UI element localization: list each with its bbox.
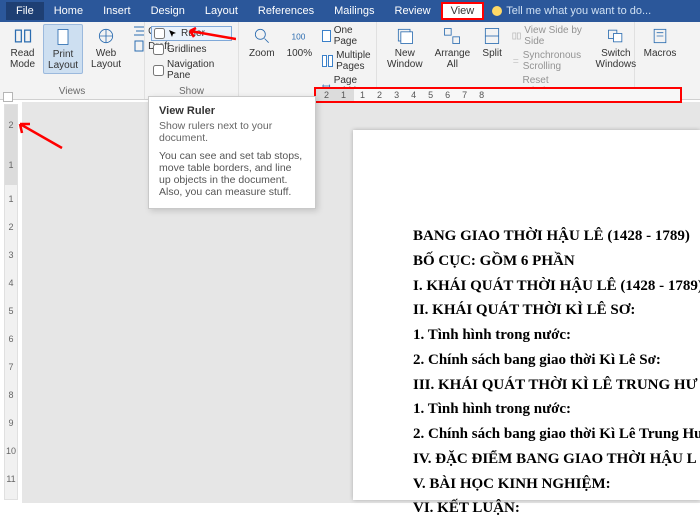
page-icon (53, 27, 73, 47)
hruler-4: 4 (405, 90, 422, 100)
web-layout-button[interactable]: Web Layout (87, 24, 125, 74)
vruler-8: 8 (8, 381, 13, 409)
horizontal-ruler[interactable]: 2 1 1 2 3 4 5 6 7 8 (314, 87, 682, 103)
tab-mailings[interactable]: Mailings (324, 2, 384, 20)
doc-line[interactable]: VI. KẾT LUẬN: (413, 496, 700, 521)
tab-design[interactable]: Design (141, 2, 195, 20)
vruler-5: 5 (8, 297, 13, 325)
side-icon (512, 30, 521, 42)
tab-layout[interactable]: Layout (195, 2, 248, 20)
tab-view[interactable]: View (441, 2, 485, 20)
draft-icon (133, 40, 145, 52)
cursor-icon (168, 29, 178, 39)
doc-line[interactable]: 2. Chính sách bang giao thời Kì Lê Trung… (413, 422, 700, 447)
hruler-1: 1 (354, 90, 371, 100)
tab-home[interactable]: Home (44, 2, 93, 20)
vruler-4: 4 (8, 269, 13, 297)
multi-page-button[interactable]: Multiple Pages (320, 49, 372, 73)
one-page-button[interactable]: One Page (320, 24, 372, 48)
doc-line[interactable]: IV. ĐẶC ĐIỂM BANG GIAO THỜI HẬU L (413, 447, 700, 472)
book-open-icon (13, 26, 33, 46)
vruler-10: 10 (6, 437, 16, 465)
vruler-9: 9 (8, 409, 13, 437)
tab-insert[interactable]: Insert (93, 2, 141, 20)
doc-line[interactable]: II. KHÁI QUÁT THỜI KÌ LÊ SƠ: (413, 298, 700, 323)
doc-line[interactable]: 1. Tình hình trong nước: (413, 397, 700, 422)
hruler-8: 8 (473, 90, 490, 100)
tab-review[interactable]: Review (385, 2, 441, 20)
tell-me-label: Tell me what you want to do... (506, 5, 651, 17)
side-by-side-button: View Side by Side (510, 24, 587, 48)
sync-scroll-button: Synchronous Scrolling (510, 49, 587, 73)
ruler-tooltip: View Ruler Show rulers next to your docu… (148, 96, 316, 209)
macros-icon (650, 26, 670, 46)
sync-icon (512, 55, 520, 67)
read-mode-button[interactable]: Read Mode (6, 24, 39, 74)
hruler-6: 6 (439, 90, 456, 100)
hruler-3: 3 (388, 90, 405, 100)
print-layout-button[interactable]: Print Layout (43, 24, 83, 74)
group-label-views: Views (6, 86, 138, 99)
globe-icon (96, 26, 116, 46)
tab-references[interactable]: References (248, 2, 324, 20)
macros-button[interactable]: Macros (641, 24, 679, 61)
gridlines-checkbox[interactable]: Gridlines (151, 43, 232, 56)
menu-bar: File Home Insert Design Layout Reference… (0, 0, 700, 22)
doc-line[interactable]: BỐ CỤC: GỒM 6 PHẦN (413, 249, 700, 274)
percent-icon: 100 (289, 26, 309, 46)
tab-file[interactable]: File (6, 2, 44, 20)
vertical-ruler[interactable]: 2 1 1 2 3 4 5 6 7 8 9 10 11 (4, 104, 18, 500)
vruler-6: 6 (8, 325, 13, 353)
outline-icon (133, 25, 145, 37)
doc-line[interactable]: 1. Tình hình trong nước: (413, 323, 700, 348)
gridlines-check-input[interactable] (153, 44, 164, 55)
document-page[interactable]: BANG GIAO THỜI HẬU LÊ (1428 - 1789) BỐ C… (353, 130, 700, 500)
hruler-7: 7 (456, 90, 473, 100)
nav-check-input[interactable] (153, 65, 164, 76)
vruler-neg-2: 2 (8, 120, 13, 130)
one-page-icon (322, 30, 331, 42)
doc-line[interactable]: V. BÀI HỌC KINH NGHIỆM: (413, 472, 700, 497)
nav-pane-checkbox[interactable]: Navigation Pane (151, 58, 232, 82)
doc-line[interactable]: BANG GIAO THỜI HẬU LÊ (1428 - 1789) (413, 224, 700, 249)
hruler-2: 2 (371, 90, 388, 100)
vruler-11: 11 (6, 465, 15, 493)
ruler-corner (3, 92, 13, 102)
doc-line[interactable]: III. KHÁI QUÁT THỜI KÌ LÊ TRUNG HƯ (413, 373, 700, 398)
vruler-7: 7 (8, 353, 13, 381)
doc-line[interactable]: 2. Chính sách bang giao thời Kì Lê Sơ: (413, 348, 700, 373)
hruler-neg-1: 1 (335, 90, 352, 100)
window-icon (395, 26, 415, 46)
switch-icon (606, 26, 626, 46)
split-icon (482, 26, 502, 46)
tooltip-title: View Ruler (159, 105, 305, 117)
vruler-3: 3 (8, 241, 13, 269)
zoom-100-button[interactable]: 100 100% (283, 24, 317, 98)
annotation-arrow-ruler (184, 27, 236, 43)
ruler-check-input[interactable] (154, 28, 165, 39)
tell-me[interactable]: Tell me what you want to do... (492, 5, 651, 17)
svg-text:100: 100 (292, 31, 306, 41)
magnifier-icon (252, 26, 272, 46)
group-views: Read Mode Print Layout Web Layout Outlin… (0, 22, 145, 99)
annotation-arrow-vruler (14, 118, 64, 152)
multi-page-icon (322, 55, 333, 67)
hruler-neg-2: 2 (318, 90, 335, 100)
vruler-2: 2 (8, 213, 13, 241)
lightbulb-icon (492, 6, 502, 16)
vruler-neg-1: 1 (8, 160, 13, 170)
zoom-button[interactable]: Zoom (245, 24, 279, 98)
doc-line[interactable]: I. KHÁI QUÁT THỜI HẬU LÊ (1428 - 1789) (413, 274, 700, 299)
hruler-5: 5 (422, 90, 439, 100)
vruler-1: 1 (8, 185, 13, 213)
tooltip-body: You can see and set tab stops, move tabl… (159, 150, 305, 198)
tooltip-subtitle: Show rulers next to your document. (159, 120, 305, 144)
arrange-icon (442, 26, 462, 46)
